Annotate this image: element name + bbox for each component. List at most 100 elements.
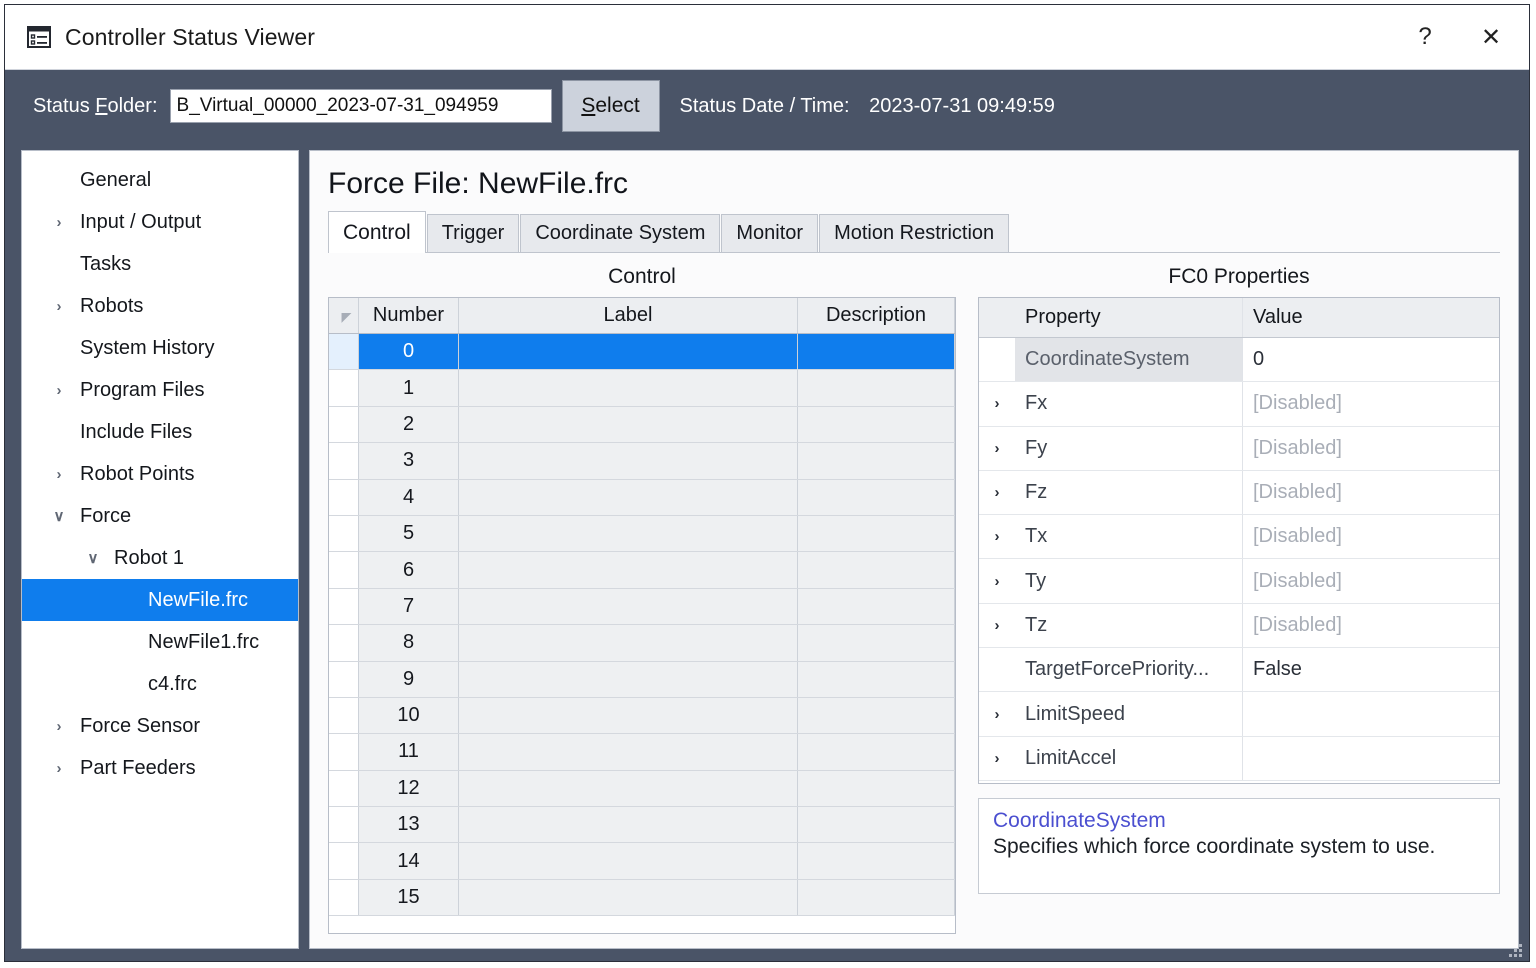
cell-label[interactable] bbox=[459, 443, 798, 478]
table-row[interactable]: 4 bbox=[329, 480, 955, 516]
cell-label[interactable] bbox=[459, 843, 798, 878]
cell-number[interactable]: 12 bbox=[359, 771, 459, 806]
property-value[interactable]: False bbox=[1243, 648, 1499, 691]
row-selector[interactable] bbox=[329, 552, 359, 587]
cell-number[interactable]: 11 bbox=[359, 734, 459, 769]
cell-description[interactable] bbox=[798, 625, 955, 660]
row-selector[interactable] bbox=[329, 516, 359, 551]
property-value[interactable]: [Disabled] bbox=[1243, 427, 1499, 470]
chevron-right-icon[interactable]: › bbox=[46, 382, 72, 399]
chevron-down-icon[interactable]: ∨ bbox=[80, 549, 106, 567]
row-selector[interactable] bbox=[329, 843, 359, 878]
cell-number[interactable]: 6 bbox=[359, 552, 459, 587]
chevron-right-icon[interactable]: › bbox=[979, 382, 1015, 425]
cell-label[interactable] bbox=[459, 807, 798, 842]
cell-label[interactable] bbox=[459, 662, 798, 697]
property-row[interactable]: ›Fy[Disabled] bbox=[979, 427, 1499, 471]
property-value[interactable]: [Disabled] bbox=[1243, 471, 1499, 514]
property-row[interactable]: TargetForcePriority...False bbox=[979, 648, 1499, 692]
cell-label[interactable] bbox=[459, 771, 798, 806]
table-row[interactable]: 11 bbox=[329, 734, 955, 770]
cell-number[interactable]: 8 bbox=[359, 625, 459, 660]
cell-description[interactable] bbox=[798, 334, 955, 369]
cell-number[interactable]: 9 bbox=[359, 662, 459, 697]
chevron-right-icon[interactable]: › bbox=[979, 427, 1015, 470]
cell-description[interactable] bbox=[798, 771, 955, 806]
cell-number[interactable]: 0 bbox=[359, 334, 459, 369]
cell-description[interactable] bbox=[798, 552, 955, 587]
cell-label[interactable] bbox=[459, 370, 798, 405]
tab-coordinate-system[interactable]: Coordinate System bbox=[520, 214, 720, 252]
cell-description[interactable] bbox=[798, 443, 955, 478]
cell-description[interactable] bbox=[798, 843, 955, 878]
cell-label[interactable] bbox=[459, 407, 798, 442]
table-row[interactable]: 2 bbox=[329, 407, 955, 443]
cell-number[interactable]: 5 bbox=[359, 516, 459, 551]
sidebar-item-include-files[interactable]: ›Include Files bbox=[22, 411, 298, 453]
sidebar-item-system-history[interactable]: ›System History bbox=[22, 327, 298, 369]
property-row[interactable]: ›Fz[Disabled] bbox=[979, 471, 1499, 515]
close-button[interactable]: ✕ bbox=[1455, 6, 1527, 68]
chevron-right-icon[interactable]: › bbox=[979, 737, 1015, 780]
cell-description[interactable] bbox=[798, 407, 955, 442]
control-grid[interactable]: NumberLabelDescription012345678910111213… bbox=[328, 297, 956, 934]
row-selector[interactable] bbox=[329, 370, 359, 405]
column-header-value[interactable]: Value bbox=[1243, 298, 1499, 337]
tab-control[interactable]: Control bbox=[328, 211, 426, 253]
sidebar-item-force[interactable]: ∨Force bbox=[22, 495, 298, 537]
navigation-tree[interactable]: ›General›Input / Output›Tasks›Robots›Sys… bbox=[21, 150, 299, 949]
property-row[interactable]: ›LimitAccel bbox=[979, 737, 1499, 781]
sidebar-item-tasks[interactable]: ›Tasks bbox=[22, 243, 298, 285]
chevron-right-icon[interactable]: › bbox=[979, 515, 1015, 558]
tab-motion-restriction[interactable]: Motion Restriction bbox=[819, 214, 1009, 252]
property-value[interactable] bbox=[1243, 692, 1499, 735]
cell-description[interactable] bbox=[798, 516, 955, 551]
cell-label[interactable] bbox=[459, 734, 798, 769]
row-selector[interactable] bbox=[329, 880, 359, 915]
tab-bar[interactable]: ControlTriggerCoordinate SystemMonitorMo… bbox=[328, 211, 1500, 253]
row-selector[interactable] bbox=[329, 807, 359, 842]
cell-label[interactable] bbox=[459, 480, 798, 515]
cell-label[interactable] bbox=[459, 625, 798, 660]
sidebar-item-c4-frc[interactable]: ›c4.frc bbox=[22, 663, 298, 705]
sidebar-item-newfile-frc[interactable]: ›NewFile.frc bbox=[22, 579, 298, 621]
table-row[interactable]: 6 bbox=[329, 552, 955, 588]
sidebar-item-newfile1-frc[interactable]: ›NewFile1.frc bbox=[22, 621, 298, 663]
row-selector[interactable] bbox=[329, 480, 359, 515]
property-grid[interactable]: PropertyValueCoordinateSystem0›Fx[Disabl… bbox=[978, 297, 1500, 784]
cell-description[interactable] bbox=[798, 880, 955, 915]
cell-description[interactable] bbox=[798, 480, 955, 515]
chevron-right-icon[interactable]: › bbox=[979, 559, 1015, 602]
table-row[interactable]: 5 bbox=[329, 516, 955, 552]
column-header-property[interactable]: Property bbox=[1015, 298, 1243, 337]
select-all-corner[interactable] bbox=[329, 298, 359, 333]
property-row[interactable]: CoordinateSystem0 bbox=[979, 338, 1499, 382]
cell-number[interactable]: 14 bbox=[359, 843, 459, 878]
row-selector[interactable] bbox=[329, 625, 359, 660]
property-value[interactable]: [Disabled] bbox=[1243, 559, 1499, 602]
sidebar-item-part-feeders[interactable]: ›Part Feeders bbox=[22, 747, 298, 789]
table-row[interactable]: 9 bbox=[329, 662, 955, 698]
property-value[interactable]: [Disabled] bbox=[1243, 515, 1499, 558]
table-row[interactable]: 1 bbox=[329, 370, 955, 406]
property-value[interactable]: [Disabled] bbox=[1243, 382, 1499, 425]
table-row[interactable]: 0 bbox=[329, 334, 955, 370]
sidebar-item-robot-1[interactable]: ∨Robot 1 bbox=[22, 537, 298, 579]
help-button[interactable]: ? bbox=[1395, 6, 1455, 68]
tab-monitor[interactable]: Monitor bbox=[721, 214, 818, 252]
cell-number[interactable]: 15 bbox=[359, 880, 459, 915]
cell-number[interactable]: 13 bbox=[359, 807, 459, 842]
status-folder-input[interactable]: B_Virtual_00000_2023-07-31_094959 bbox=[170, 89, 552, 123]
chevron-right-icon[interactable]: › bbox=[979, 692, 1015, 735]
chevron-right-icon[interactable]: › bbox=[46, 214, 72, 231]
cell-label[interactable] bbox=[459, 698, 798, 733]
cell-label[interactable] bbox=[459, 516, 798, 551]
table-row[interactable]: 15 bbox=[329, 880, 955, 916]
chevron-down-icon[interactable]: ∨ bbox=[46, 507, 72, 525]
cell-number[interactable]: 3 bbox=[359, 443, 459, 478]
row-selector[interactable] bbox=[329, 734, 359, 769]
cell-description[interactable] bbox=[798, 370, 955, 405]
table-row[interactable]: 12 bbox=[329, 771, 955, 807]
chevron-right-icon[interactable]: › bbox=[46, 718, 72, 735]
cell-label[interactable] bbox=[459, 880, 798, 915]
